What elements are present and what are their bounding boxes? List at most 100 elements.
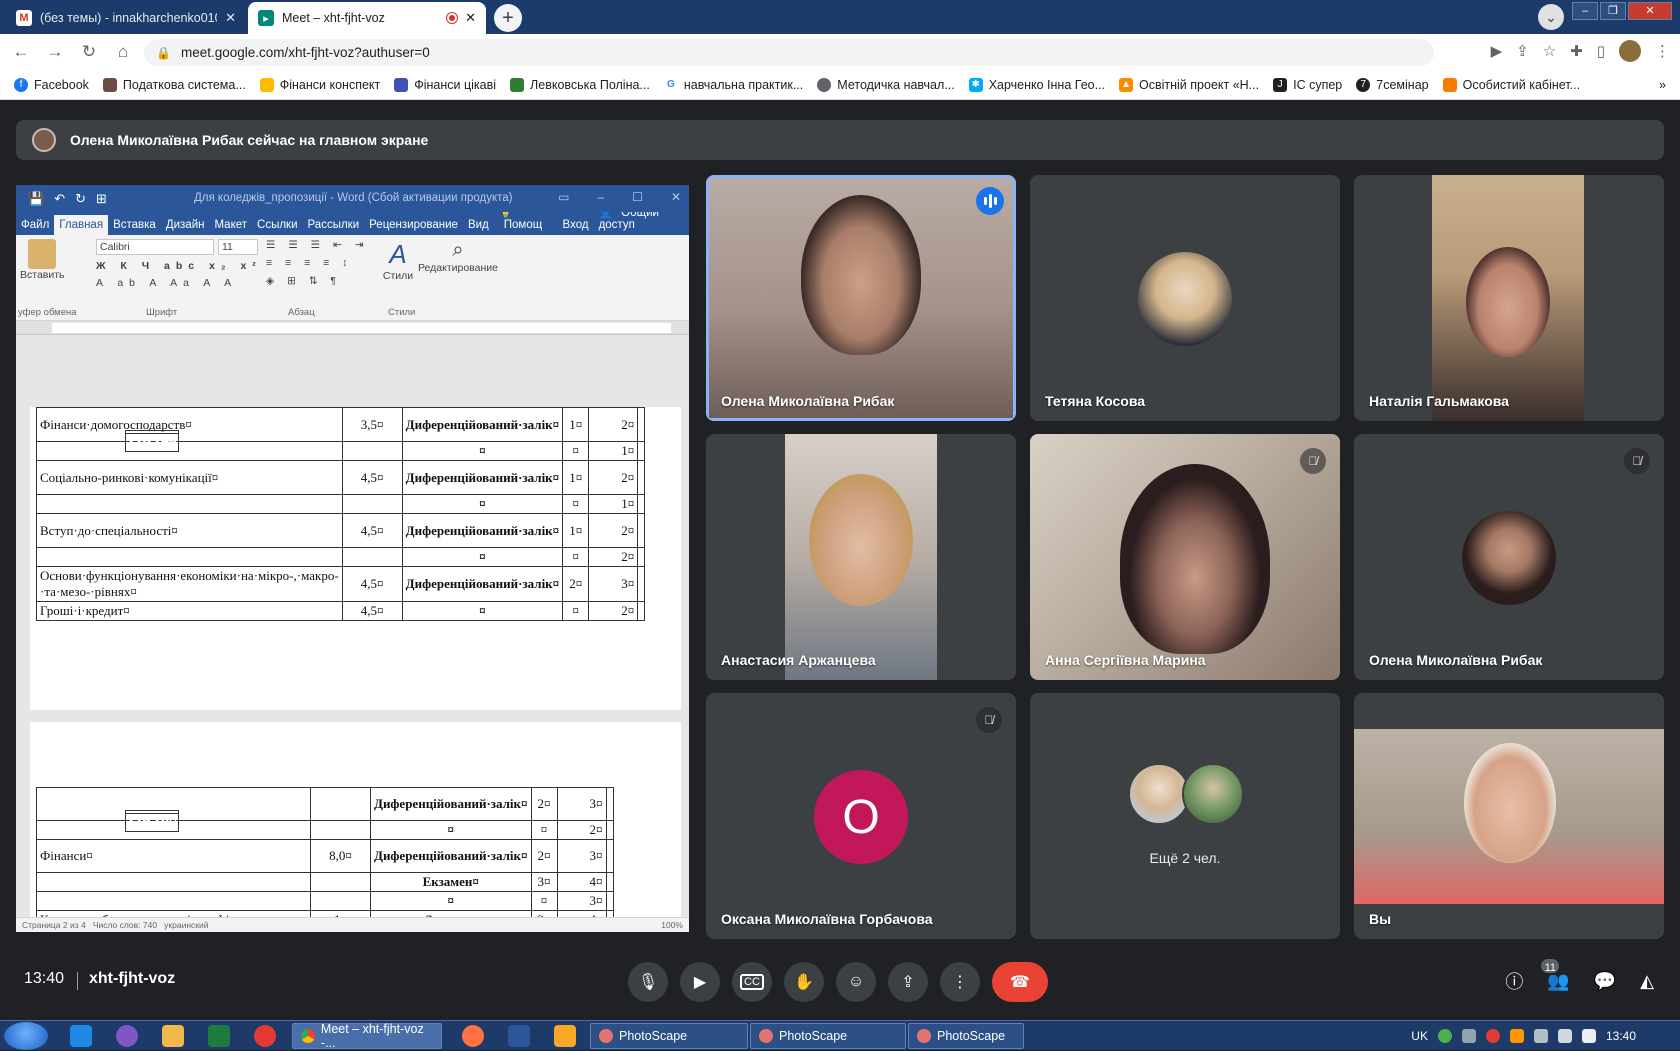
start-button[interactable] [4,1022,48,1050]
bookmark-cabinet[interactable]: Особистий кабінет... [1442,77,1580,92]
side-panel-icon[interactable]: ▯ [1597,42,1605,60]
forward-button[interactable]: → [42,39,68,65]
viber-icon[interactable] [116,1025,138,1047]
close-tab-icon[interactable]: ✕ [225,10,236,26]
word-menu-layout[interactable]: Макет [209,219,252,235]
activities-icon[interactable]: ◭ [1640,971,1654,992]
captions-button[interactable]: CC [732,962,772,1002]
styles-button[interactable]: A Стили [376,239,420,282]
back-button[interactable]: ← [8,39,34,65]
menu-icon[interactable]: ⋮ [1655,42,1670,60]
save-icon[interactable]: 💾 [28,191,44,207]
language-indicator[interactable]: UK [1411,1029,1428,1043]
tab-search-button[interactable]: ⌄ [1538,4,1564,30]
word-menu-file[interactable]: Файл [16,219,54,235]
self-view-tile[interactable]: Вы [1354,693,1664,939]
bookmark-practice[interactable]: Gнавчальна практик... [663,77,803,92]
word-maximize-icon[interactable]: ☐ [632,190,643,204]
word-minimize-icon[interactable]: – [597,190,604,204]
volume-icon[interactable] [1581,1029,1596,1043]
more-bookmarks-icon[interactable]: » [1659,78,1666,92]
taskbar-meet[interactable]: Meet – xht-fjht-voz -... [292,1022,442,1050]
avast-icon[interactable] [1509,1029,1524,1043]
layout-icon[interactable]: ⊞ [96,191,107,207]
bookmark-methodics[interactable]: Методичка навчал... [817,77,955,92]
bookmark-tax[interactable]: Податкова система... [102,77,246,92]
camera-blocked-icon[interactable]: ▶ [1491,42,1503,60]
bookmark-is[interactable]: J ІС супер [1273,77,1342,92]
microphone-button[interactable]: 🎙 [628,962,668,1002]
share-icon[interactable]: ⇪ [1516,42,1529,60]
bookmark-facebook[interactable]: f Facebook [14,77,89,92]
participant-tile[interactable]: Олена Миколаївна Рибак [706,175,1016,421]
redo-icon[interactable]: ↻ [75,191,86,207]
excel-icon[interactable] [208,1025,230,1047]
network-icon[interactable] [1461,1029,1476,1043]
explorer-icon[interactable] [162,1025,184,1047]
tools-icon[interactable] [1533,1029,1548,1043]
meeting-info-icon[interactable]: ⓘ [1505,968,1523,994]
opera-tray-icon[interactable] [1485,1029,1500,1043]
more-participants-tile[interactable]: Ещё 2 чел. [1030,693,1340,939]
bookmark-finance-notes[interactable]: Фінанси конспект [259,77,380,92]
opera-icon[interactable] [254,1025,276,1047]
word-menu-view[interactable]: Вид [463,219,494,235]
chrome-tray-icon[interactable] [1437,1029,1452,1043]
shading-buttons[interactable]: ◈ ⊞ ⇅ ¶ [266,275,376,287]
close-window-button[interactable]: ✕ [1628,2,1672,20]
bookmark-kharchenko[interactable]: ✱ Харченко Інна Гео... [968,77,1105,92]
camera-button[interactable]: ▶ [680,962,720,1002]
word-menu-references[interactable]: Ссылки [252,219,303,235]
home-button[interactable]: ⌂ [110,39,136,65]
new-tab-button[interactable]: + [494,4,522,32]
leave-call-button[interactable]: ☎ [992,962,1048,1002]
word-menu-home[interactable]: Главная [54,215,109,235]
bookmark-finance-interesting[interactable]: Фінанси цікаві [394,77,496,92]
bookmark-project[interactable]: ▲ Освітній проект «Н... [1119,77,1259,92]
participant-tile[interactable]: 🎙̸ Анна Сергіївна Марина [1030,434,1340,680]
word-menu-mailings[interactable]: Рассылки [303,219,365,235]
people-button[interactable]: 11 👥 [1539,956,1570,992]
close-tab-icon[interactable]: ✕ [465,10,476,26]
minimize-button[interactable]: – [1572,2,1598,20]
word-menu-review[interactable]: Рецензирование [364,219,463,235]
taskbar-clock[interactable]: 13:40 [1606,1029,1636,1043]
word-menu-signin[interactable]: Вход [558,219,594,235]
font-name-box[interactable]: Calibri [96,239,214,255]
word-menu-insert[interactable]: Вставка [108,219,161,235]
more-options-button[interactable]: ⋮ [940,962,980,1002]
ie-icon[interactable] [70,1025,92,1047]
reactions-button[interactable]: ☺ [836,962,876,1002]
word-close-icon[interactable]: ✕ [671,190,681,204]
participant-tile[interactable]: 🎙̸ Олена Миколаївна Рибак [1354,434,1664,680]
list-buttons[interactable]: ☰ ☰ ☰ ⇤ ⇥ [266,239,376,251]
media-icon[interactable] [554,1025,576,1047]
reload-button[interactable]: ↻ [76,39,102,65]
participant-tile[interactable]: Наталія Гальмакова [1354,175,1664,421]
undo-icon[interactable]: ↶ [54,191,65,207]
taskbar-photoscape[interactable]: PhotoScape [750,1023,906,1049]
flag-icon[interactable] [1557,1029,1572,1043]
chat-icon[interactable]: 💬 [1594,971,1616,992]
bookmark-star-icon[interactable]: ☆ [1543,42,1556,60]
editing-button[interactable]: ⌕ Редактирование [416,239,500,274]
paste-group[interactable]: Вставить [20,239,65,281]
maximize-button[interactable]: ❐ [1600,2,1626,20]
present-button[interactable]: ⇪ [888,962,928,1002]
align-buttons[interactable]: ≡ ≡ ≡ ≡ ↕ [266,257,376,269]
word-menu-design[interactable]: Дизайн [161,219,210,235]
participant-tile[interactable]: Анастасия Аржанцева [706,434,1016,680]
taskbar-photoscape[interactable]: PhotoScape [908,1023,1024,1049]
address-bar[interactable]: 🔒 meet.google.com/xht-fjht-voz?authuser=… [144,39,1434,66]
bookmark-levkovska[interactable]: Левковська Поліна... [510,77,650,92]
word-icon[interactable] [508,1025,530,1047]
extensions-icon[interactable]: ✚ [1570,42,1583,60]
tab-meet[interactable]: ▸ Meet – xht-fjht-voz ✕ [248,2,486,34]
firefox-icon[interactable] [462,1025,484,1047]
font-size-box[interactable]: 11 [218,239,258,255]
taskbar-photoscape[interactable]: PhotoScape [590,1023,748,1049]
participant-tile[interactable]: Тетяна Косова [1030,175,1340,421]
raise-hand-button[interactable]: ✋ [784,962,824,1002]
ribbon-options-icon[interactable]: ▭ [558,190,569,204]
profile-avatar[interactable] [1619,40,1641,62]
